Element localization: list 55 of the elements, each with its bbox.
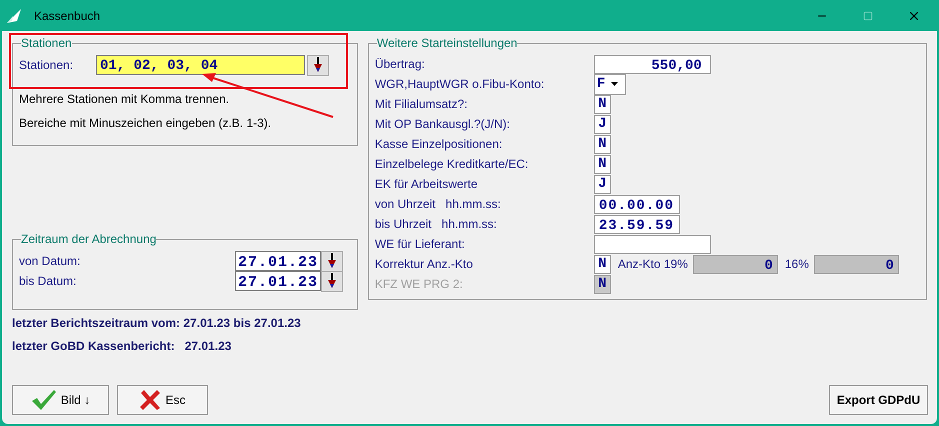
maximize-icon bbox=[863, 10, 873, 20]
group-title: Weitere Starteinstellungen bbox=[376, 35, 518, 52]
picture-button[interactable]: Bild ↓ bbox=[12, 385, 109, 415]
field-label: Mit Filialumsatz?: bbox=[374, 96, 469, 113]
group-title: Zeitraum der Abrechnung bbox=[21, 231, 156, 248]
checkmark-icon bbox=[30, 389, 57, 411]
flag-field[interactable]: N bbox=[594, 254, 611, 274]
flag-field[interactable]: N bbox=[594, 154, 611, 174]
field-label: 16% bbox=[784, 256, 809, 273]
flag-field[interactable]: J bbox=[594, 174, 611, 194]
time-field[interactable]: 00.00.00 bbox=[594, 194, 680, 214]
field-label: Mit OP Bankausgl.?(J/N): bbox=[374, 116, 511, 133]
sail-icon bbox=[7, 8, 21, 22]
field-label: KFZ WE PRG 2: bbox=[374, 276, 464, 293]
hint-text: Mehrere Stationen mit Komma trennen. bbox=[19, 91, 230, 108]
stations-field[interactable]: 01, 02, 03, 04 bbox=[96, 55, 305, 75]
cross-icon bbox=[139, 389, 162, 411]
field-label: Kasse Einzelpositionen: bbox=[374, 136, 504, 153]
amount-field[interactable]: 550,00 bbox=[594, 54, 711, 74]
flag-field[interactable]: N bbox=[594, 134, 611, 154]
arrow-down-icon bbox=[328, 253, 336, 269]
hint-text: Bereiche mit Minuszeichen eingeben (z.B. 1-3). bbox=[19, 115, 272, 132]
date-field[interactable]: 27.01.23 bbox=[235, 271, 321, 291]
field-label: Korrektur Anz.-Kto bbox=[374, 256, 474, 273]
amount-field[interactable]: 0 bbox=[814, 254, 899, 274]
field-label: Stationen: bbox=[19, 57, 74, 74]
flag-field[interactable]: J bbox=[594, 114, 611, 134]
dropdown-button[interactable] bbox=[321, 270, 343, 292]
arrow-down-icon bbox=[328, 273, 336, 289]
field-label: bis Uhrzeit hh.mm.ss: bbox=[374, 216, 498, 233]
field-label: WGR,HauptWGR o.Fibu-Konto: bbox=[374, 76, 546, 93]
time-field[interactable]: 23.59.59 bbox=[594, 214, 680, 234]
escape-button[interactable]: Esc bbox=[117, 385, 208, 415]
date-field[interactable]: 27.01.23 bbox=[235, 251, 321, 271]
field-label: EK für Arbeitswerte bbox=[374, 176, 479, 193]
combo-box[interactable]: F bbox=[594, 74, 626, 94]
field-label: Übertrag: bbox=[374, 56, 426, 73]
group-title: Stationen bbox=[21, 35, 72, 52]
dropdown-button[interactable] bbox=[307, 54, 329, 76]
dropdown-button[interactable] bbox=[321, 250, 343, 272]
export-button[interactable]: Export GDPdU bbox=[829, 385, 928, 415]
field-label: bis Datum: bbox=[19, 273, 78, 290]
field-label: Anz-Kto 19% bbox=[618, 256, 688, 273]
report-info: letzter Berichtszeitraum vom: 27.01.23 bis 27.01.23 bbox=[12, 315, 302, 332]
amount-field[interactable]: 0 bbox=[692, 254, 778, 274]
flag-field[interactable]: N bbox=[594, 94, 611, 114]
report-info: letzter GoBD Kassenbericht: 27.01.23 bbox=[12, 338, 232, 355]
window-title: Kassenbuch bbox=[34, 8, 100, 24]
field-label: von Datum: bbox=[19, 253, 82, 270]
caret-icon bbox=[611, 82, 618, 86]
arrow-down-icon bbox=[314, 57, 322, 73]
field-label: Einzelbelege Kreditkarte/EC: bbox=[374, 156, 530, 173]
field-label: von Uhrzeit hh.mm.ss: bbox=[374, 196, 502, 213]
text-field[interactable] bbox=[594, 234, 711, 254]
field-label: WE für Lieferant: bbox=[374, 236, 466, 253]
